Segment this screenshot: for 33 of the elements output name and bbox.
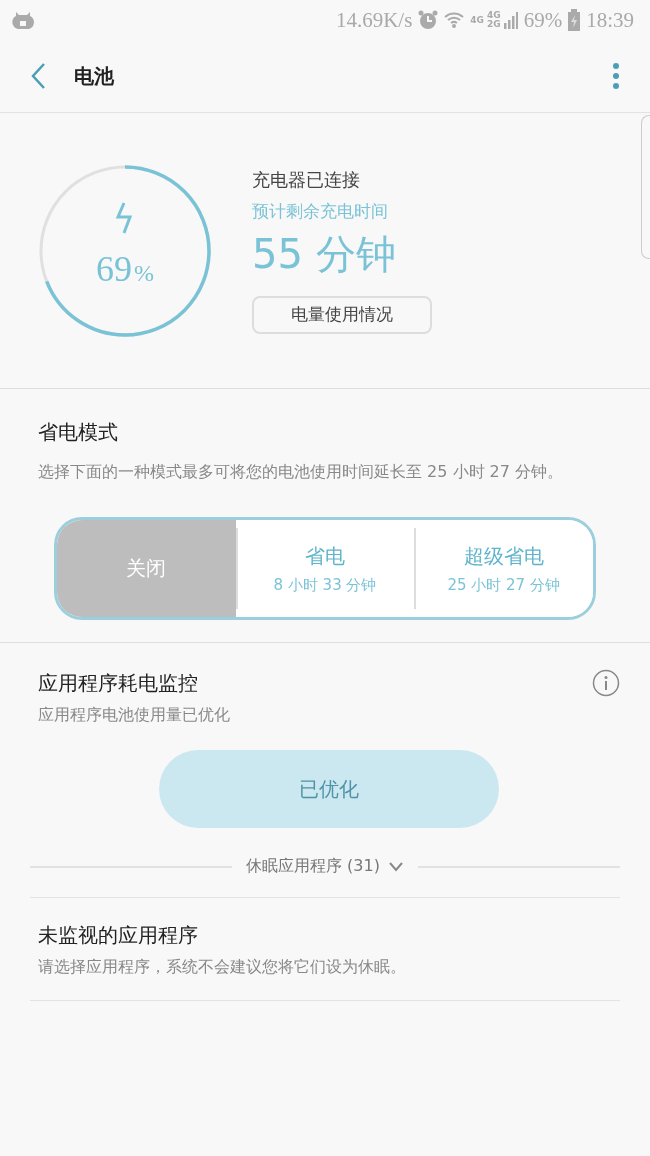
section-title: 省电模式 <box>38 419 119 446</box>
notification-icon <box>12 9 34 31</box>
remaining-time: 55 分钟 <box>252 229 396 279</box>
section-description: 请选择应用程序，系统不会建议您将它们设为休眠。 <box>38 957 407 978</box>
info-icon[interactable] <box>592 669 620 697</box>
signal-icon <box>503 11 518 29</box>
section-subtitle: 应用程序电池使用量已优化 <box>38 705 231 726</box>
power-mode-option[interactable]: 超级省电 25 小时 27 分钟 <box>414 520 593 617</box>
sleeping-apps-toggle[interactable]: 休眠应用程序 (31) <box>242 856 408 877</box>
clock: 18:39 <box>586 7 634 33</box>
network-speed: 14.69K/s <box>335 7 413 33</box>
power-mode-option[interactable]: 关闭 <box>57 520 236 617</box>
chevron-icon <box>387 861 404 872</box>
battery-percentage: 69 <box>96 247 132 290</box>
network-type: 4G <box>487 11 501 20</box>
battery-percent: 69% <box>523 7 563 33</box>
lightning-icon <box>115 201 135 234</box>
back-icon[interactable] <box>30 62 46 90</box>
battery-usage-button[interactable]: 电量使用情况 <box>252 295 432 334</box>
wifi-icon <box>444 10 465 30</box>
section-description: 选择下面的一种模式最多可将您的电池使用时间延长至 25 小时 27 分钟。 <box>38 461 565 483</box>
section-title: 应用程序耗电监控 <box>38 669 198 697</box>
section-title: 未监视的应用程序 <box>38 922 199 949</box>
charger-status: 充电器已连接 <box>252 167 360 192</box>
alarm-icon <box>418 10 439 30</box>
screen-title: 电池 <box>74 62 115 90</box>
network-type: 2G <box>487 20 501 29</box>
power-mode-option[interactable]: 省电 8 小时 33 分钟 <box>235 520 415 617</box>
network-type: 4G <box>470 15 484 25</box>
percent-sign: % <box>134 259 154 287</box>
remaining-time-label: 预计剩余充电时间 <box>252 199 388 223</box>
battery-charging-icon <box>568 9 581 31</box>
more-options-icon[interactable] <box>612 62 620 90</box>
